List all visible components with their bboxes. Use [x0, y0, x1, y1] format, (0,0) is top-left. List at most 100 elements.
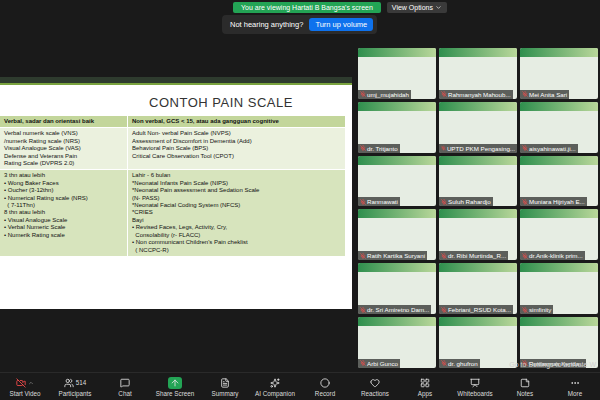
- cell-line: /numerik Rating scale (NRS): [4, 138, 123, 145]
- cell-line: Assessment of Discomfort in Dementia (Ad…: [132, 138, 341, 145]
- cell-line: • Verbal Numeric Scale: [4, 224, 123, 231]
- toolbar-icon-wrap: [168, 377, 182, 389]
- slide-title: CONTOH PAIN SCALE: [0, 91, 352, 116]
- background-image: [520, 102, 598, 111]
- cell-line: (N- PASS): [132, 195, 341, 202]
- participant-tile[interactable]: UPTD PKM Pengasing...: [439, 102, 517, 153]
- table-header: Non verbal, GCS < 15, atau ada gangguan …: [128, 116, 346, 128]
- participant-tile[interactable]: dr. Ribi Murtinda_R...: [439, 209, 517, 260]
- background-image: [439, 48, 517, 57]
- participant-name: Rahmanyah Mahoub...: [439, 90, 513, 99]
- table-header: Verbal, sadar dan orientasi baik: [0, 116, 128, 128]
- participant-tile[interactable]: dr. Tritjanto: [358, 102, 436, 153]
- mic-muted-icon: [360, 199, 366, 205]
- participant-name: aisyahinawati.ji...: [520, 144, 578, 153]
- mic-muted-icon: [360, 253, 366, 259]
- background-image: [358, 209, 436, 218]
- toolbar-button[interactable]: Share Screen: [150, 373, 200, 400]
- toolbar-button[interactable]: Reactions: [350, 373, 400, 400]
- participant-gallery: umj_mujahidahRahmanyah Mahoub... Mei Anit…: [356, 14, 600, 372]
- participant-tile[interactable]: Arbi Gunco: [358, 317, 436, 368]
- cell-line: • Numerical Rating scale (NRS): [4, 195, 123, 202]
- background-image: [358, 317, 436, 326]
- participant-name: Ranmawati: [358, 197, 400, 206]
- table-cell: Lahir - 6 bulan*Neonatal Infants Pain Sc…: [128, 170, 346, 256]
- participant-tile[interactable]: simfinity: [520, 263, 598, 314]
- meeting-toolbar: Start Video 514ParticipantsChatShare Scre…: [0, 372, 600, 400]
- toolbar-button[interactable]: Notes: [500, 373, 550, 400]
- toolbar-icon: [270, 378, 280, 388]
- cell-line: *Neonatal Facial Coding System (NFCS): [132, 202, 341, 209]
- toolbar-icon-wrap: [370, 377, 380, 389]
- toolbar-label: Reactions: [361, 390, 389, 397]
- cell-line: 3 thn atau lebih: [4, 172, 123, 179]
- cell-line: Visual Analogue Scale (VAS): [4, 145, 123, 152]
- participant-tile[interactable]: Ranmawati: [358, 156, 436, 207]
- participant-tile[interactable]: dr.Anik-klinik prim...: [520, 209, 598, 260]
- shared-screen: CONTOH PAIN SCALEVerbal, sadar dan orien…: [0, 14, 356, 372]
- toolbar-button[interactable]: Whiteboards: [450, 373, 500, 400]
- participant-name: Arbi Gunco: [358, 359, 400, 368]
- participant-name: Mei Anita Sari: [520, 90, 569, 99]
- mic-muted-icon: [522, 253, 528, 259]
- toolbar-icon-wrap: [420, 377, 430, 389]
- chevron-up-icon: [28, 380, 34, 386]
- background-image: [358, 48, 436, 57]
- cell-line: Bayi: [132, 217, 341, 224]
- toolbar-icon: [170, 378, 180, 388]
- mic-muted-icon: [360, 307, 366, 313]
- toolbar-label: Record: [315, 390, 335, 397]
- cell-line: • Revised Faces, Legs, Activity, Cry,: [132, 224, 341, 231]
- toolbar-button[interactable]: Record: [300, 373, 350, 400]
- participant-tile[interactable]: Rahmanyah Mahoub...: [439, 48, 517, 99]
- toolbar-button[interactable]: Start Video: [0, 373, 50, 400]
- slide-decoration: [0, 77, 352, 91]
- participant-tile[interactable]: Febriani_RSUD Kota...: [439, 263, 517, 314]
- toolbar-icon-wrap: 514: [64, 377, 87, 389]
- pain-scale-table: Verbal, sadar dan orientasi baikNon verb…: [0, 116, 346, 257]
- toolbar-button[interactable]: Summary: [200, 373, 250, 400]
- toolbar-icon: [16, 378, 26, 388]
- toolbar-button[interactable]: Chat: [100, 373, 150, 400]
- background-image: [520, 317, 598, 326]
- participant-tile[interactable]: umj_mujahidah: [358, 48, 436, 99]
- toolbar-label: Start Video: [9, 390, 40, 397]
- background-image: [520, 209, 598, 218]
- cell-line: ( NCCPC-R): [132, 247, 341, 254]
- cell-line: Adult Non- verbal Pain Scale (NVPS): [132, 130, 341, 137]
- participant-count: 514: [76, 379, 87, 386]
- participant-tile[interactable]: Suluh Rahardjo: [439, 156, 517, 207]
- toolbar-button[interactable]: AI Companion: [250, 373, 300, 400]
- participant-tile[interactable]: Muniara Hijriyah E...: [520, 156, 598, 207]
- mic-muted-icon: [441, 145, 446, 151]
- participant-tile[interactable]: Rusiasmas Kenda...: [520, 317, 598, 368]
- toolbar-icon: [420, 378, 430, 388]
- toolbar-button[interactable]: More: [550, 373, 600, 400]
- toolbar-icon-wrap: [270, 377, 280, 389]
- cell-line: Consolability (r- FLACC): [132, 232, 341, 239]
- background-image: [439, 156, 517, 165]
- mic-muted-icon: [360, 91, 366, 97]
- cell-line: • Numerik Rating scale: [4, 232, 123, 239]
- participant-tile[interactable]: Mei Anita Sari: [520, 48, 598, 99]
- cell-line: • Non communicant Children's Pain chekli…: [132, 239, 341, 246]
- toolbar-icon-wrap: [120, 377, 130, 389]
- mic-muted-icon: [360, 360, 366, 366]
- view-options-button[interactable]: View Options: [387, 2, 447, 13]
- toolbar-icon: [120, 378, 130, 388]
- toolbar-icon: [220, 378, 230, 388]
- toolbar-icon: [520, 378, 530, 388]
- participant-tile[interactable]: Ratih Kartika Suryani: [358, 209, 436, 260]
- background-image: [358, 102, 436, 111]
- participant-tile[interactable]: dr. Sri Amiretno Dam...: [358, 263, 436, 314]
- participant-tile[interactable]: aisyahinawati.ji...: [520, 102, 598, 153]
- toolbar-button[interactable]: 514Participants: [50, 373, 100, 400]
- toolbar-icon: [370, 378, 380, 388]
- toolbar-button[interactable]: Apps: [400, 373, 450, 400]
- toolbar-icon: [320, 378, 330, 388]
- turn-up-volume-button[interactable]: Turn up volume: [309, 18, 373, 31]
- cell-line: • Visual Analogue Scale: [4, 217, 123, 224]
- participant-tile[interactable]: dr. ghufron: [439, 317, 517, 368]
- cell-line: *Neonatal Pain assessment and Sedation S…: [132, 187, 341, 194]
- top-bar: You are viewing Hartati B Bangsa's scree…: [0, 0, 600, 14]
